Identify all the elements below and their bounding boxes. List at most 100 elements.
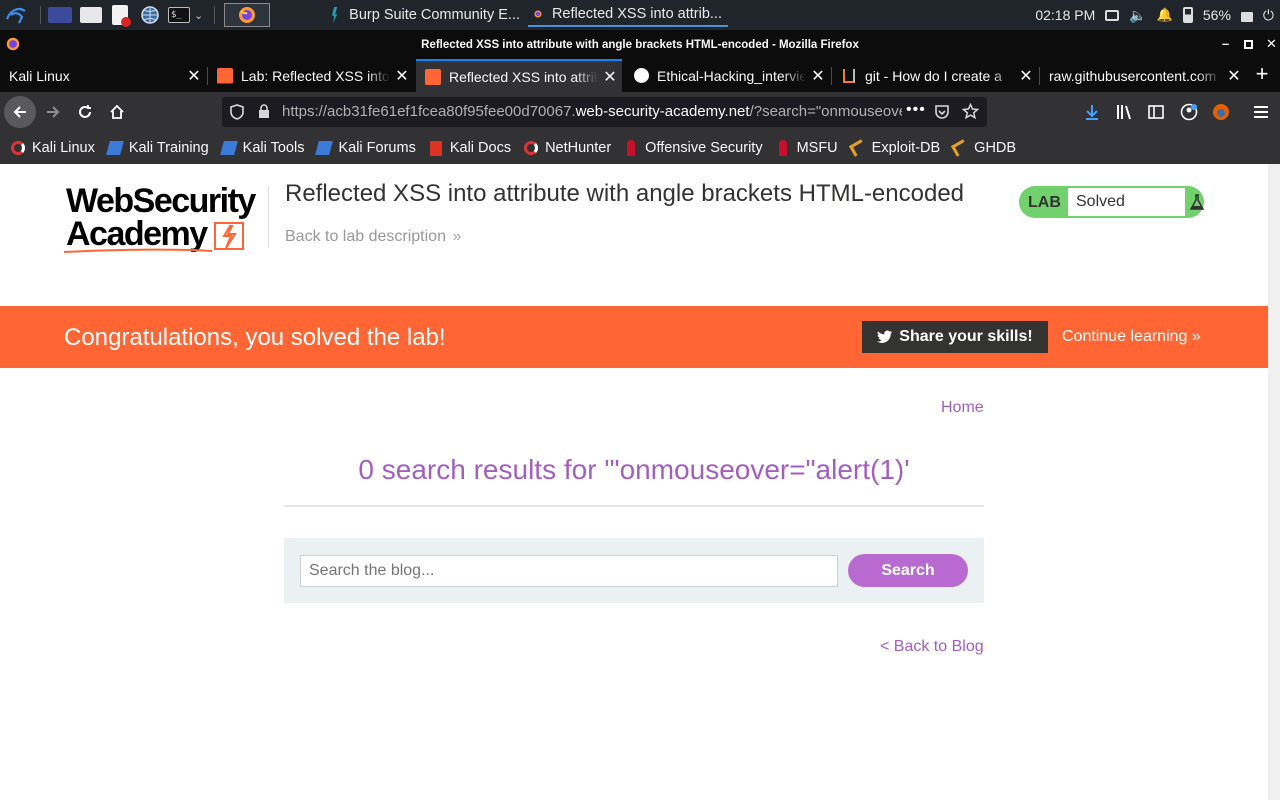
home-link[interactable]: Home	[941, 399, 984, 417]
reload-button[interactable]	[69, 96, 101, 128]
chevron-down-icon[interactable]: ⌄	[194, 3, 203, 27]
shield-icon[interactable]	[230, 104, 244, 120]
battery-percent: 56%	[1202, 7, 1231, 23]
bookmark-label: GHDB	[974, 140, 1017, 156]
tab-raw-github[interactable]: raw.githubusercontent.com ✕	[1040, 59, 1246, 92]
tab-kali-linux[interactable]: Kali Linux ✕	[0, 59, 206, 92]
search-button[interactable]: Search	[848, 554, 968, 587]
taskbar-window-burp[interactable]: Burp Suite Community E...	[326, 3, 526, 27]
results-divider	[284, 505, 984, 507]
github-icon	[633, 68, 649, 84]
download-icon[interactable]	[1084, 104, 1100, 120]
web-page: WebSecurity Academy Reflected XSS into a…	[0, 164, 1268, 800]
close-tab-icon[interactable]: ✕	[182, 66, 206, 86]
pocket-icon[interactable]	[934, 104, 950, 120]
maximize-button[interactable]	[1244, 40, 1253, 49]
firefox-launcher-button[interactable]	[224, 3, 270, 27]
logo-line-1: WebSecurity	[66, 182, 256, 220]
tab-label: Kali Linux	[9, 67, 70, 84]
web-security-academy-logo[interactable]: WebSecurity Academy	[64, 182, 266, 256]
sidebar-icon[interactable]	[1148, 104, 1164, 120]
url-bar[interactable]: https://acb31fe61ef1fcea80f95fee00d70067…	[222, 97, 987, 127]
extension-fox-icon[interactable]	[1212, 103, 1230, 121]
lock-icon[interactable]	[258, 104, 270, 119]
hamburger-menu-icon[interactable]	[1253, 104, 1269, 120]
logo-underline-icon	[64, 248, 213, 253]
arrow-right-icon	[47, 106, 60, 118]
bookmark-msfu[interactable]: MSFU	[775, 140, 838, 156]
kali-tools-icon	[219, 140, 238, 156]
kali-dragon-icon	[10, 140, 26, 156]
firefox-icon	[6, 37, 20, 51]
bookmark-label: Exploit-DB	[871, 140, 941, 156]
offsec-icon	[623, 140, 639, 156]
bookmark-kali-docs[interactable]: Kali Docs	[428, 140, 511, 156]
bookmark-offensive-security[interactable]: Offensive Security	[623, 140, 763, 156]
close-tab-icon[interactable]: ✕	[1222, 66, 1246, 86]
lab-status: Solved	[1068, 188, 1185, 216]
kali-docs-icon	[428, 140, 444, 156]
minimize-button[interactable]: –	[1222, 36, 1229, 51]
back-to-blog-link[interactable]: < Back to Blog	[880, 638, 984, 656]
url-text[interactable]: https://acb31fe61ef1fcea80f95fee00d70067…	[282, 103, 902, 120]
header-divider	[268, 186, 269, 248]
tab-stackoverflow[interactable]: git - How do I create a ✕	[832, 59, 1038, 92]
bookmark-ghdb[interactable]: GHDB	[951, 139, 1017, 157]
taskbar-window-firefox[interactable]: Reflected XSS into attrib...	[528, 3, 728, 27]
battery-icon[interactable]	[1182, 7, 1193, 23]
search-input[interactable]	[300, 555, 838, 587]
double-chevron-right-icon: »	[452, 228, 462, 245]
share-skills-button[interactable]: Share your skills!	[862, 321, 1048, 353]
volume-icon[interactable]: 🔈	[1129, 7, 1146, 24]
notification-bell-icon[interactable]: 🔔	[1157, 7, 1173, 23]
url-suffix: /?search="onmouseover="alert(1)'	[749, 103, 902, 120]
tab-active-lab[interactable]: Reflected XSS into attribute ✕	[416, 59, 622, 92]
clock[interactable]: 02:18 PM	[1035, 7, 1095, 23]
page-actions-icon[interactable]: •••	[906, 101, 926, 119]
bookmarks-toolbar: Kali Linux Kali Training Kali Tools Kali…	[0, 132, 1280, 164]
tab-label: git - How do I create a	[865, 67, 1002, 84]
congratulations-message: Congratulations, you solved the lab!	[64, 324, 446, 351]
back-to-lab-description-link[interactable]: Back to lab description »	[285, 228, 461, 246]
display-icon[interactable]	[1105, 9, 1120, 21]
forward-button[interactable]	[37, 96, 69, 128]
tab-github[interactable]: Ethical-Hacking_interview ✕	[624, 59, 830, 92]
close-tab-icon[interactable]: ✕	[598, 67, 622, 87]
library-icon[interactable]	[1116, 104, 1134, 120]
terminal-icon[interactable]: $_	[168, 3, 190, 27]
close-tab-icon[interactable]: ✕	[390, 66, 414, 86]
bookmark-kali-forums[interactable]: Kali Forums	[315, 140, 416, 156]
page-scrollbar[interactable]	[1268, 164, 1280, 800]
power-icon[interactable]: ⏻	[1263, 7, 1274, 24]
back-button[interactable]	[4, 96, 36, 128]
lab-label: LAB	[1028, 194, 1061, 211]
bookmark-star-icon[interactable]	[962, 103, 979, 120]
file-manager-icon[interactable]	[80, 3, 102, 27]
kali-menu-icon[interactable]	[2, 3, 30, 27]
os-taskbar: $_ ⌄ Burp Suite Community E... Reflected…	[0, 0, 1280, 30]
continue-learning-link[interactable]: Continue learning »	[1062, 328, 1201, 346]
kali-training-icon	[105, 140, 124, 156]
bookmark-kali-linux[interactable]: Kali Linux	[10, 140, 95, 156]
bookmark-nethunter[interactable]: NetHunter	[523, 140, 611, 156]
bookmark-label: Offensive Security	[645, 140, 763, 156]
bookmark-kali-training[interactable]: Kali Training	[105, 140, 209, 156]
bookmark-label: Kali Training	[128, 140, 209, 156]
tab-lab-description[interactable]: Lab: Reflected XSS into attribute ✕	[208, 59, 414, 92]
show-desktop-icon[interactable]	[48, 3, 72, 27]
text-editor-icon[interactable]	[112, 3, 131, 27]
bookmark-exploit-db[interactable]: Exploit-DB	[848, 139, 941, 157]
close-tab-icon[interactable]: ✕	[806, 66, 830, 86]
lock-icon[interactable]	[1240, 12, 1253, 22]
tab-strip: Kali Linux ✕ Lab: Reflected XSS into att…	[0, 59, 1280, 92]
exploit-db-icon	[848, 139, 867, 157]
lab-title: Reflected XSS into attribute with angle …	[285, 180, 965, 207]
new-tab-button[interactable]: +	[1250, 63, 1274, 87]
bookmark-kali-tools[interactable]: Kali Tools	[219, 140, 304, 156]
close-tab-icon[interactable]: ✕	[1014, 66, 1038, 86]
account-icon[interactable]	[1180, 103, 1198, 121]
firefox-icon	[534, 10, 542, 18]
close-window-button[interactable]: ✕	[1266, 36, 1277, 52]
home-button[interactable]	[101, 96, 133, 128]
web-browser-icon[interactable]	[140, 3, 160, 27]
